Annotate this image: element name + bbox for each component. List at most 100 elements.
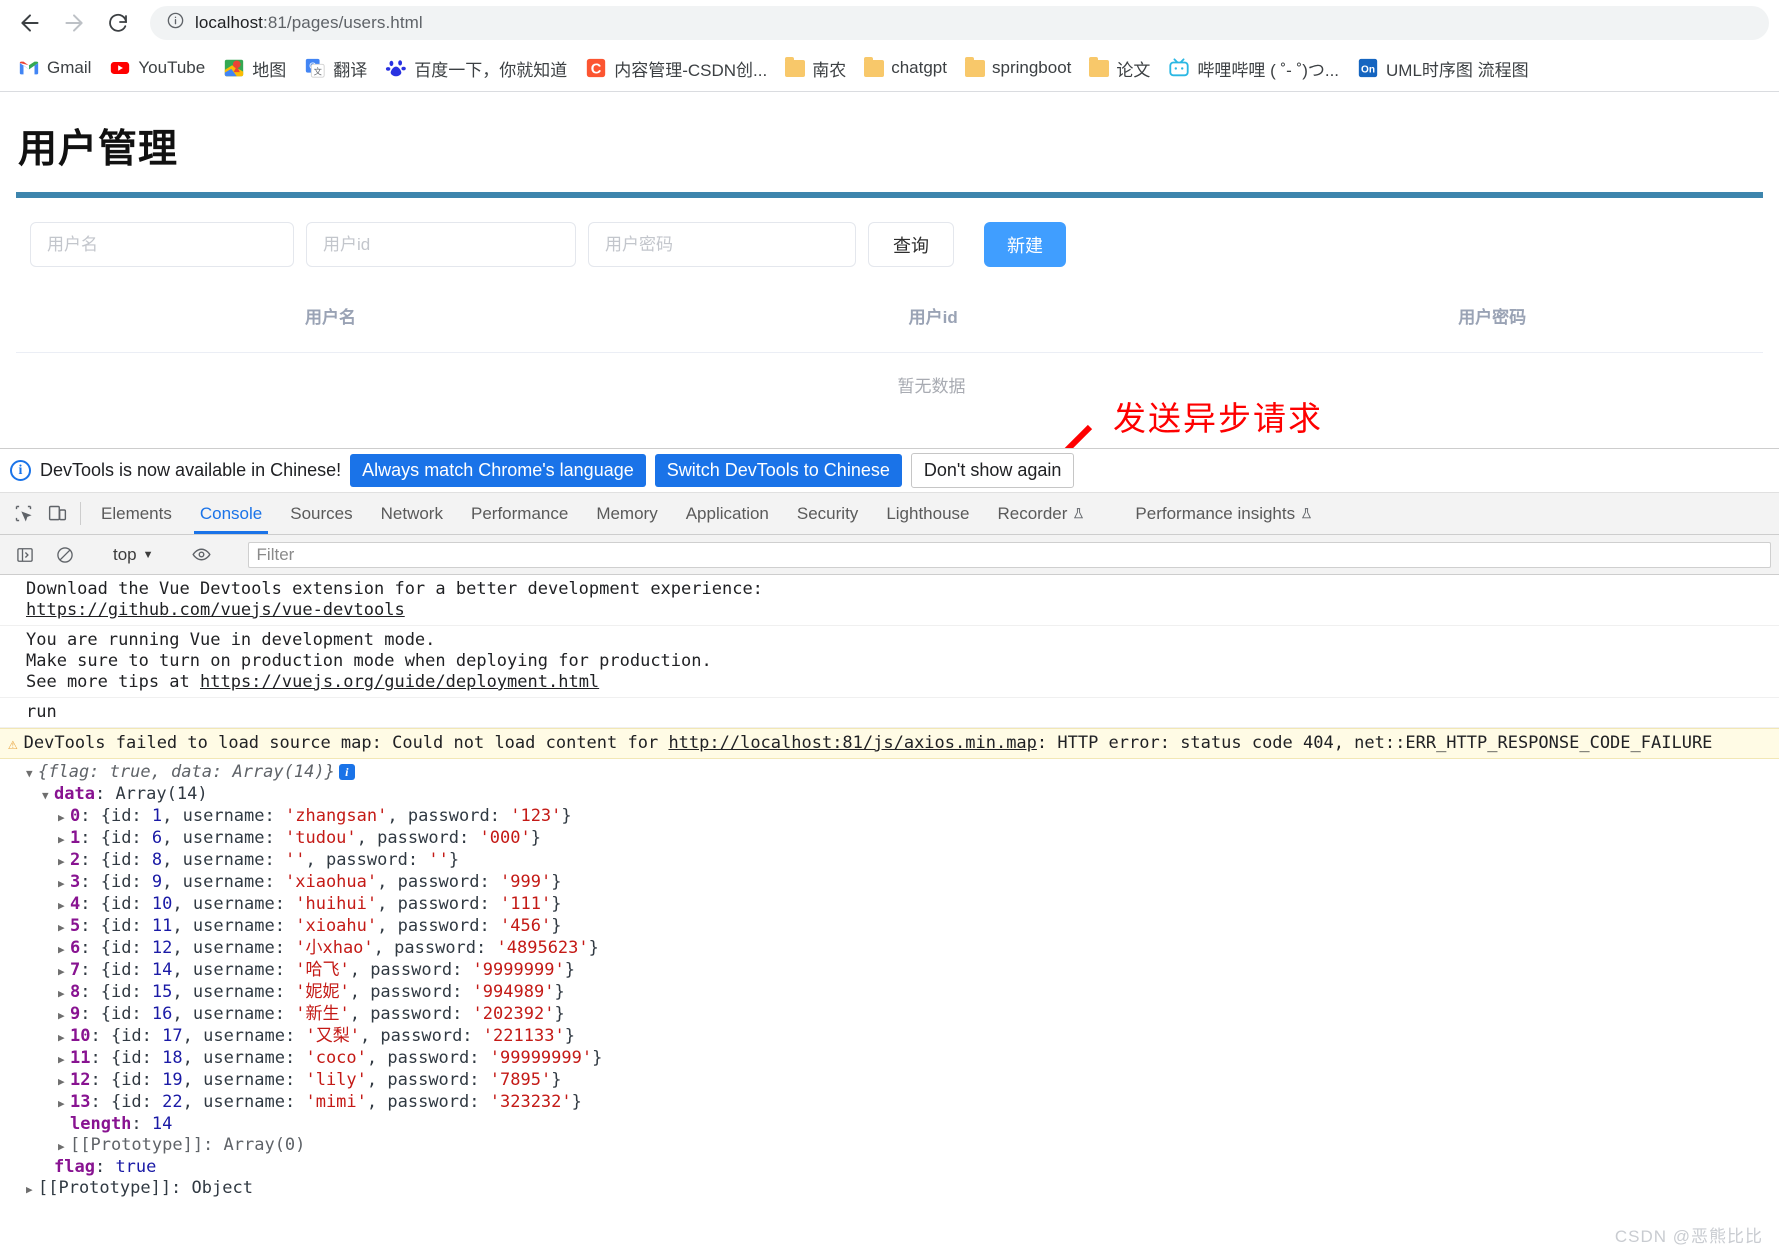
array-entry[interactable]: 11: {id: 18, username: 'coco', password:…	[26, 1048, 1779, 1070]
array-entry[interactable]: 5: {id: 11, username: 'xioahu', password…	[26, 916, 1779, 938]
bookmark-folder-lunwen[interactable]: 论文	[1081, 51, 1158, 86]
site-info-icon[interactable]	[166, 11, 185, 35]
bookmark-bilibili[interactable]: 哔哩哔哩 ( ˚- ˚)つ...	[1160, 51, 1347, 86]
watermark: CSDN @恶熊比比	[1614, 1227, 1763, 1246]
switch-devtools-chinese-button[interactable]: Switch DevTools to Chinese	[654, 454, 902, 487]
clear-console-icon[interactable]	[48, 545, 82, 565]
bookmark-baidu[interactable]: 百度一下，你就知道	[377, 51, 575, 86]
disclosure-triangle-icon[interactable]	[26, 1179, 38, 1200]
array-entry[interactable]: 6: {id: 12, username: '小xhao', password:…	[26, 938, 1779, 960]
entry-username: tudou	[295, 828, 347, 848]
device-toolbar-icon[interactable]	[40, 493, 74, 534]
tab-lighthouse[interactable]: Lighthouse	[872, 493, 983, 534]
array-entry[interactable]: 12: {id: 19, username: 'lily', password:…	[26, 1070, 1779, 1092]
bookmark-label: Gmail	[47, 58, 92, 77]
object-root-node[interactable]: {flag: true, data: Array(14)}i	[26, 762, 1779, 784]
entry-index: 5	[70, 916, 81, 936]
array-entry[interactable]: 10: {id: 17, username: '又梨', password: '…	[26, 1026, 1779, 1048]
disclosure-triangle-icon[interactable]	[58, 1005, 70, 1026]
query-button[interactable]: 查询	[868, 222, 954, 267]
disclosure-triangle-icon[interactable]	[58, 829, 70, 850]
tab-console[interactable]: Console	[186, 493, 276, 534]
vue-deployment-link[interactable]: https://vuejs.org/guide/deployment.html	[200, 672, 599, 692]
bookmark-maps[interactable]: 地图	[215, 51, 294, 86]
tab-label: Lighthouse	[886, 503, 970, 523]
tab-recorder[interactable]: Recorder	[984, 493, 1100, 534]
property-value: true	[115, 1157, 157, 1177]
disclosure-triangle-icon[interactable]	[26, 763, 38, 784]
bookmark-gmail[interactable]: Gmail	[10, 52, 99, 84]
sidebar-toggle-icon[interactable]	[8, 545, 42, 565]
userid-input[interactable]	[306, 222, 576, 267]
tab-elements[interactable]: Elements	[87, 493, 186, 534]
always-match-language-button[interactable]: Always match Chrome's language	[350, 454, 646, 487]
console-context-selector[interactable]: top ▼	[107, 545, 160, 565]
bookmark-youtube[interactable]: YouTube	[101, 52, 213, 84]
console-message-run: run	[0, 698, 1779, 728]
entry-password: 994989	[482, 982, 545, 1002]
disclosure-triangle-icon[interactable]	[58, 895, 70, 916]
array-entry[interactable]: 7: {id: 14, username: '哈飞', password: '9…	[26, 960, 1779, 982]
back-icon[interactable]	[10, 3, 50, 43]
bookmark-folder-nannong[interactable]: 南农	[777, 51, 854, 86]
dont-show-again-button[interactable]: Don't show again	[910, 453, 1075, 488]
live-expression-icon[interactable]	[185, 544, 219, 565]
password-input[interactable]	[588, 222, 856, 267]
tab-memory[interactable]: Memory	[582, 493, 671, 534]
array-entry[interactable]: 13: {id: 22, username: 'mimi', password:…	[26, 1092, 1779, 1114]
disclosure-triangle-icon[interactable]	[58, 983, 70, 1004]
disclosure-triangle-icon[interactable]	[58, 917, 70, 938]
bookmark-csdn[interactable]: C 内容管理-CSDN创...	[577, 51, 775, 86]
disclosure-triangle-icon[interactable]	[58, 851, 70, 872]
disclosure-triangle-icon[interactable]	[58, 961, 70, 982]
reload-icon[interactable]	[98, 3, 138, 43]
array-prototype-node[interactable]: [[Prototype]]: Array(0)	[26, 1135, 1779, 1157]
bookmark-folder-springboot[interactable]: springboot	[957, 53, 1079, 83]
tab-performance-insights[interactable]: Performance insights	[1121, 493, 1327, 534]
disclosure-triangle-icon[interactable]	[58, 1136, 70, 1157]
array-entry[interactable]: 1: {id: 6, username: 'tudou', password: …	[26, 828, 1779, 850]
tab-sources[interactable]: Sources	[276, 493, 366, 534]
array-length-node: length: 14	[70, 1114, 173, 1134]
entry-index: 3	[70, 872, 81, 892]
bookmark-onenote[interactable]: On UML时序图 流程图	[1349, 51, 1537, 86]
entry-username: 哈飞	[305, 960, 340, 980]
disclosure-triangle-icon[interactable]	[58, 939, 70, 960]
bookmark-label: YouTube	[138, 58, 206, 77]
context-label: top	[113, 544, 137, 564]
disclosure-triangle-icon[interactable]	[58, 1071, 70, 1092]
inspect-element-icon[interactable]	[6, 493, 40, 534]
array-entry[interactable]: 3: {id: 9, username: 'xiaohua', password…	[26, 872, 1779, 894]
disclosure-triangle-icon[interactable]	[42, 785, 54, 806]
array-entry[interactable]: 8: {id: 15, username: '妮妮', password: '9…	[26, 982, 1779, 1004]
disclosure-triangle-icon[interactable]	[58, 1027, 70, 1048]
bookmark-folder-chatgpt[interactable]: chatgpt	[856, 53, 955, 83]
tab-performance[interactable]: Performance	[457, 493, 582, 534]
sourcemap-link[interactable]: http://localhost:81/js/axios.min.map	[668, 733, 1036, 753]
disclosure-triangle-icon[interactable]	[58, 873, 70, 894]
object-prototype-node[interactable]: [[Prototype]]: Object	[26, 1178, 1779, 1200]
tab-application[interactable]: Application	[672, 493, 783, 534]
disclosure-triangle-icon[interactable]	[58, 1093, 70, 1114]
disclosure-triangle-icon[interactable]	[58, 807, 70, 828]
tab-security[interactable]: Security	[783, 493, 872, 534]
array-entry[interactable]: 0: {id: 1, username: 'zhangsan', passwor…	[26, 806, 1779, 828]
forward-icon[interactable]	[54, 3, 94, 43]
array-entry[interactable]: 9: {id: 16, username: '新生', password: '2…	[26, 1004, 1779, 1026]
bookmark-translate[interactable]: G 文 翻译	[296, 51, 375, 86]
tab-network[interactable]: Network	[367, 493, 457, 534]
object-preview: {flag: true, data: Array(14)}	[38, 762, 335, 782]
console-filter-input[interactable]	[247, 541, 1771, 568]
create-button[interactable]: 新建	[984, 222, 1066, 267]
array-entry[interactable]: 2: {id: 8, username: '', password: ''}	[26, 850, 1779, 872]
data-array-node[interactable]: data: Array(14)	[26, 784, 1779, 806]
browser-toolbar: localhost:81/pages/users.html	[0, 0, 1779, 45]
info-badge-icon[interactable]: i	[338, 764, 355, 780]
disclosure-triangle-icon[interactable]	[58, 1049, 70, 1070]
array-entry[interactable]: 4: {id: 10, username: 'huihui', password…	[26, 894, 1779, 916]
vue-devtools-link[interactable]: https://github.com/vuejs/vue-devtools	[26, 600, 405, 620]
username-input[interactable]	[30, 222, 294, 267]
youtube-icon	[111, 62, 130, 74]
address-bar[interactable]: localhost:81/pages/users.html	[150, 5, 1769, 40]
bookmark-label: 百度一下，你就知道	[414, 60, 568, 80]
